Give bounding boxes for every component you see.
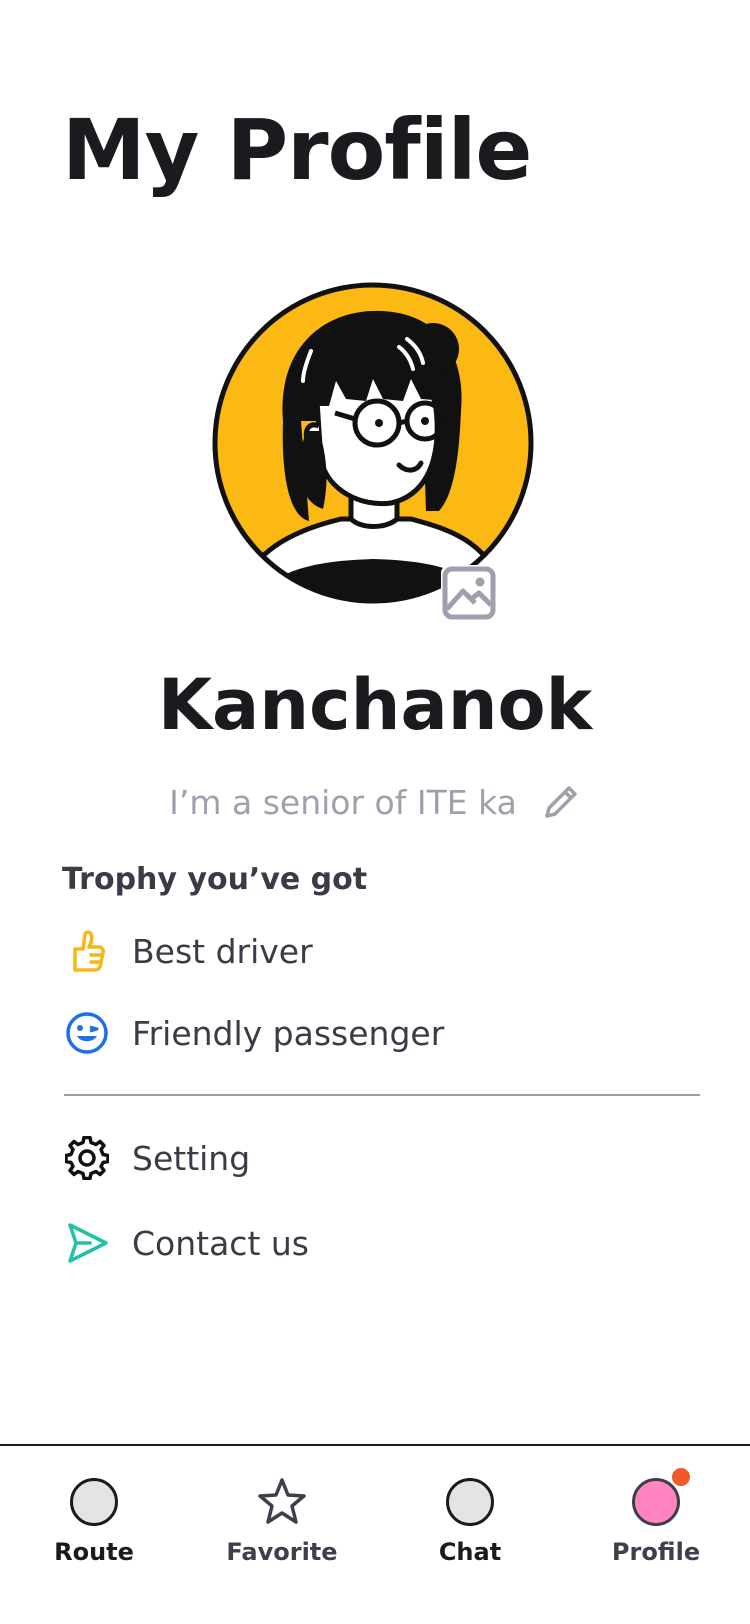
nav-label: Favorite xyxy=(226,1538,338,1566)
trophy-label: Friendly passenger xyxy=(132,1013,445,1053)
page-title: My Profile xyxy=(62,101,532,199)
nav-label: Route xyxy=(54,1538,134,1566)
profile-name: Kanchanok xyxy=(157,664,593,746)
star-icon xyxy=(256,1476,308,1528)
trophy-item-friendly-passenger: Friendly passenger xyxy=(62,1008,444,1058)
send-icon xyxy=(62,1218,112,1268)
bottom-navigation: Route Favorite Chat Profile xyxy=(0,1444,750,1624)
trophy-item-best-driver: Best driver xyxy=(62,926,313,976)
menu-label: Setting xyxy=(132,1138,251,1178)
menu-item-contact-us[interactable]: Contact us xyxy=(62,1218,309,1268)
avatar-container xyxy=(211,281,535,621)
profile-circle-icon xyxy=(630,1466,692,1528)
nav-item-route[interactable]: Route xyxy=(0,1446,188,1624)
edit-pencil-icon[interactable] xyxy=(541,782,581,822)
wink-face-icon xyxy=(62,1008,112,1058)
avatar[interactable] xyxy=(211,281,535,605)
bio-text: I’m a senior of ITE ka xyxy=(169,782,517,822)
nav-item-profile[interactable]: Profile xyxy=(562,1446,750,1624)
nav-label: Chat xyxy=(438,1538,502,1566)
profile-screen: My Profile Kanchanok I’m a senior of ITE… xyxy=(0,0,750,1624)
chat-circle-icon xyxy=(444,1476,496,1528)
section-divider xyxy=(64,1094,700,1096)
menu-item-setting[interactable]: Setting xyxy=(62,1133,250,1183)
nav-label: Profile xyxy=(611,1538,701,1566)
trophy-heading: Trophy you’ve got xyxy=(62,862,368,897)
notification-badge xyxy=(670,1466,692,1488)
thumbs-up-icon xyxy=(62,926,112,976)
change-photo-icon[interactable] xyxy=(441,565,497,621)
nav-item-chat[interactable]: Chat xyxy=(376,1446,564,1624)
route-circle-icon xyxy=(68,1476,120,1528)
menu-label: Contact us xyxy=(132,1223,309,1263)
bio-row: I’m a senior of ITE ka xyxy=(0,782,750,822)
trophy-label: Best driver xyxy=(132,931,313,971)
nav-item-favorite[interactable]: Favorite xyxy=(188,1446,376,1624)
gear-icon xyxy=(62,1133,112,1183)
